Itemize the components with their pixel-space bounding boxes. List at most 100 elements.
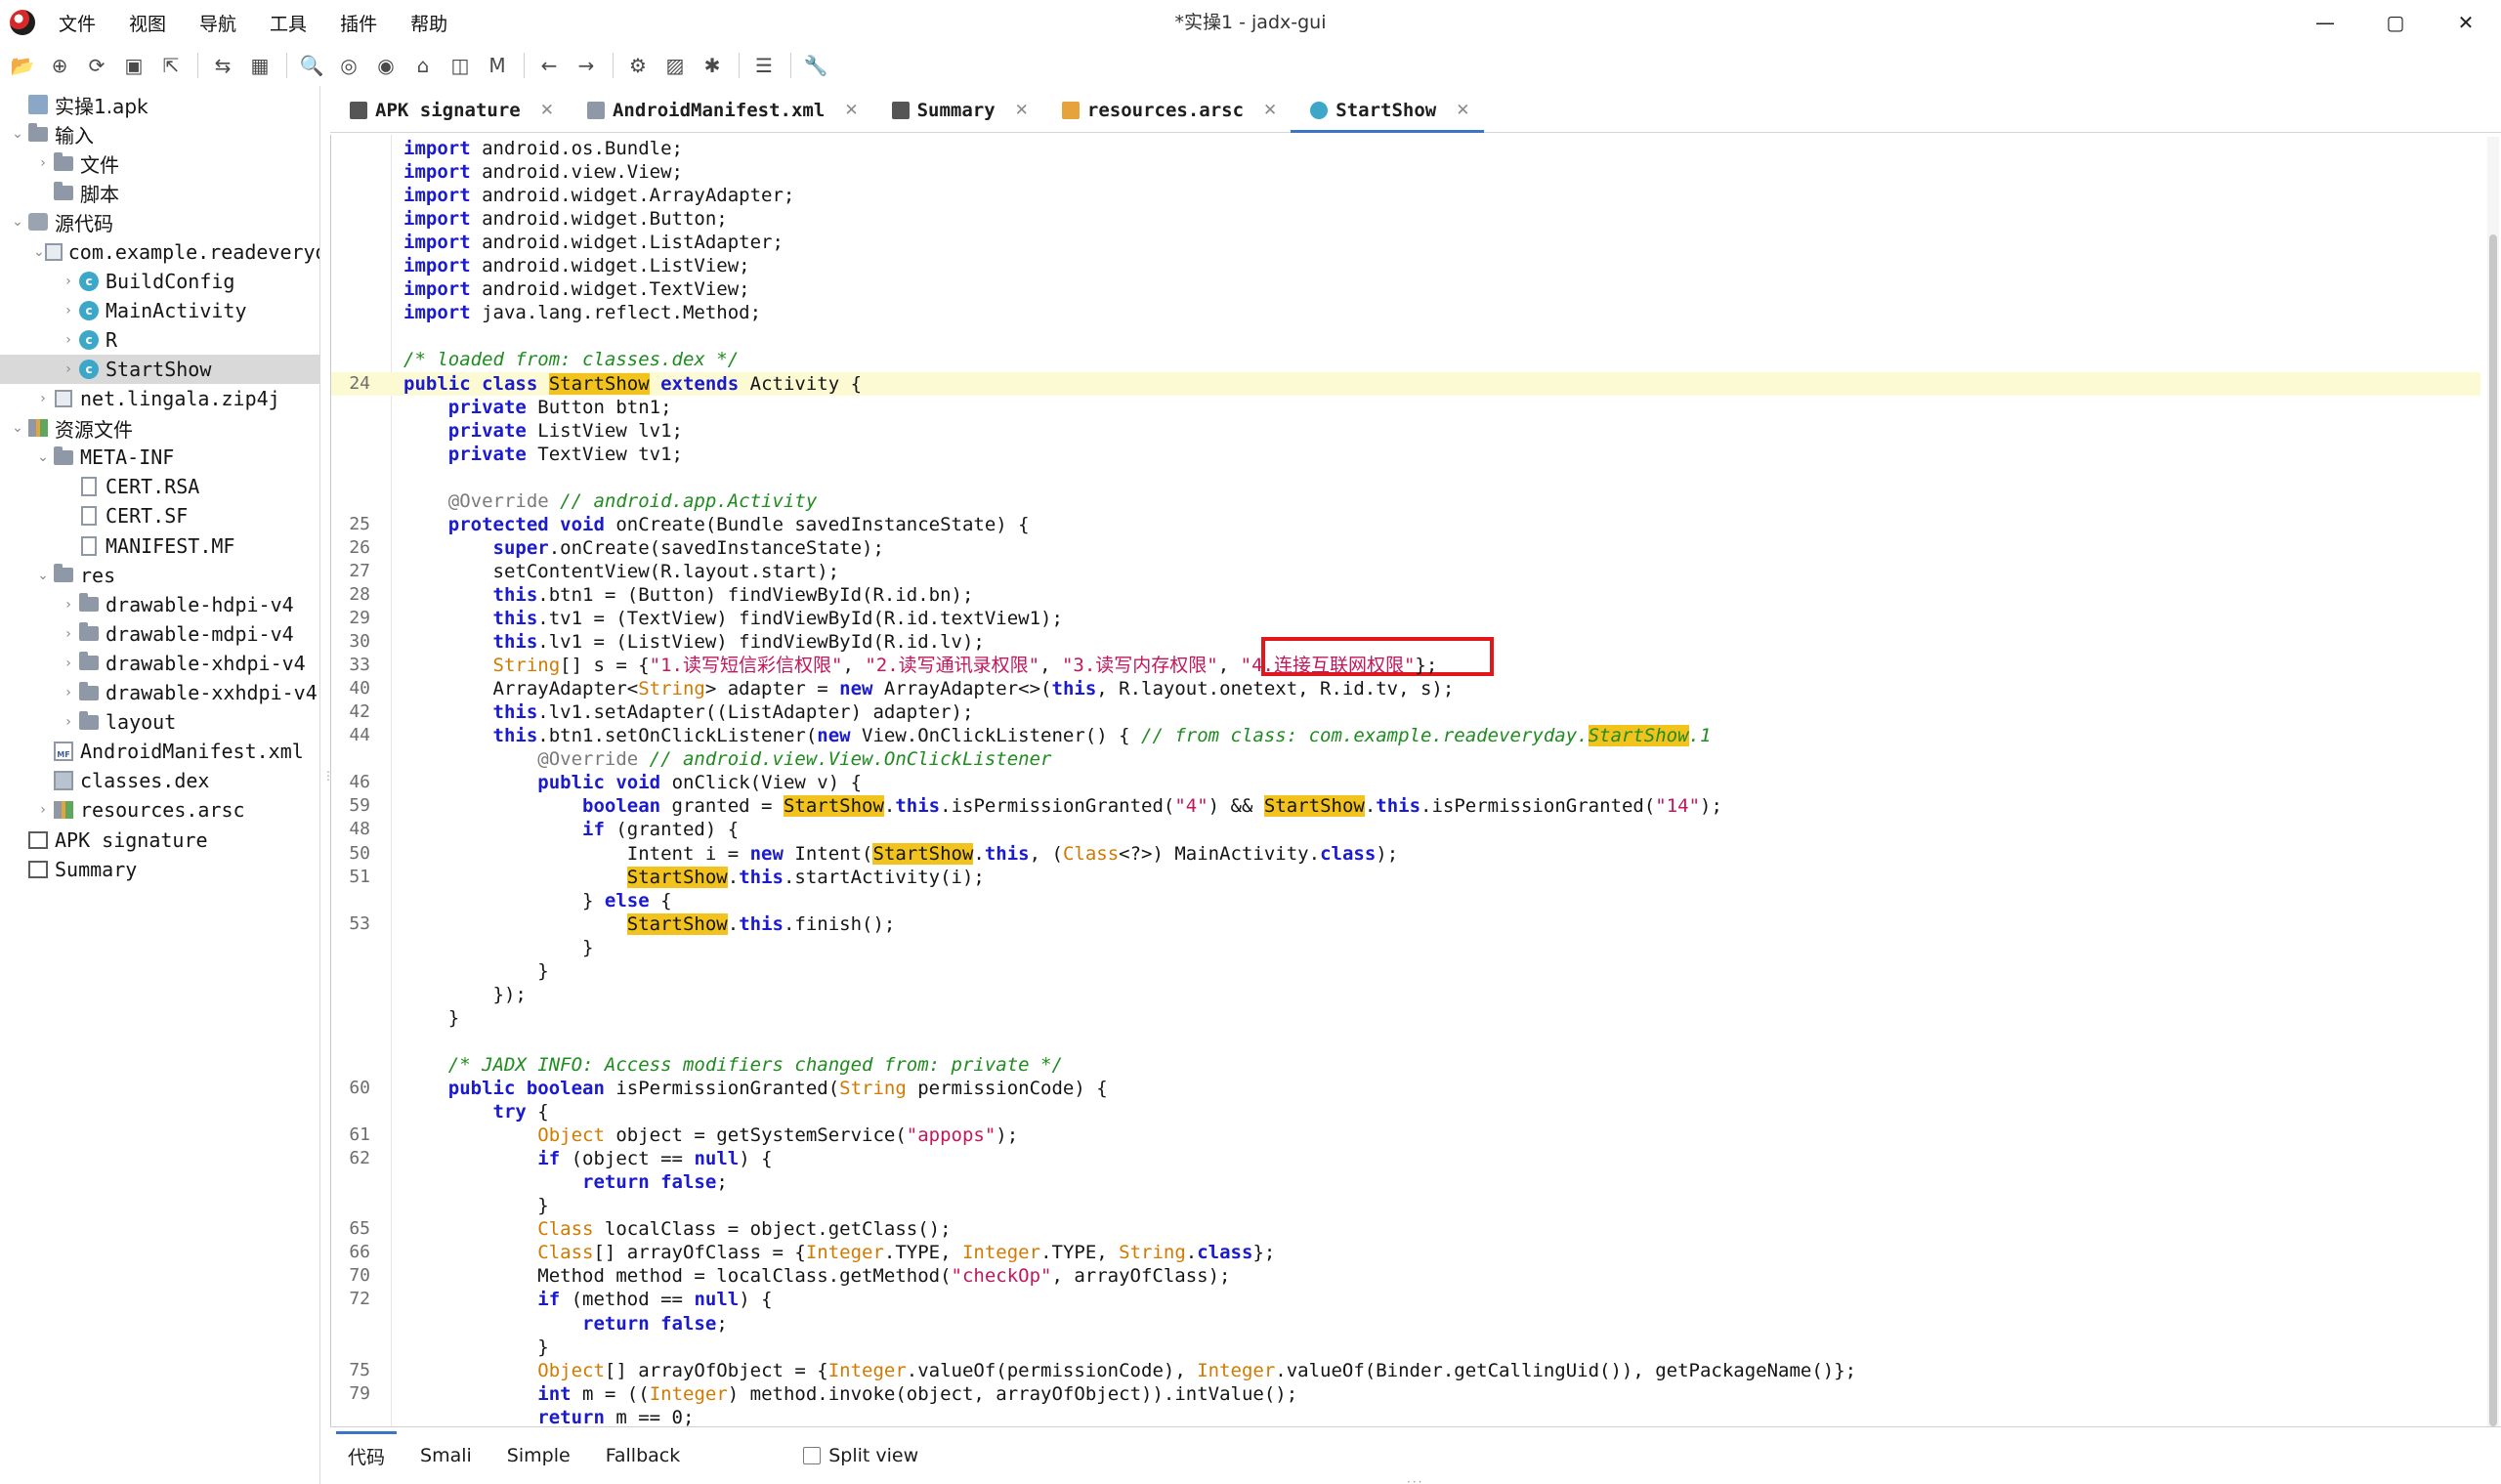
close-icon[interactable]: ✕ (1263, 101, 1277, 120)
tree-item[interactable]: APK signature (0, 826, 319, 855)
menu-view[interactable]: 视图 (129, 10, 166, 36)
chevron-down-icon[interactable]: ⌄ (33, 568, 53, 583)
deobfuscation-icon[interactable]: ⚙ (623, 51, 653, 80)
chevron-right-icon[interactable]: › (33, 802, 53, 818)
tree-item[interactable]: classes.dex (0, 766, 319, 795)
text-search-icon[interactable]: ◉ (371, 51, 401, 80)
tree-item[interactable]: ⌄ META-INF (0, 443, 319, 472)
chevron-right-icon[interactable]: › (59, 332, 78, 348)
tree-item[interactable]: › 文件 (0, 148, 319, 178)
chevron-down-icon[interactable]: ⌄ (8, 214, 27, 230)
tree-item[interactable]: ⌄ 源代码 (0, 207, 319, 236)
log-viewer-icon[interactable]: ▨ (660, 51, 690, 80)
find-usage-icon[interactable]: ◎ (334, 51, 363, 80)
tree-item[interactable]: › c MainActivity (0, 296, 319, 325)
menu-help[interactable]: 帮助 (410, 10, 447, 36)
debugger-icon[interactable]: ✱ (698, 51, 727, 80)
tab-resources-arsc[interactable]: resources.arsc ✕ (1042, 89, 1291, 132)
close-icon[interactable]: ✕ (1456, 101, 1469, 120)
code-line: 40 ArrayAdapter<String> adapter = new Ar… (331, 677, 2480, 700)
close-window-button[interactable]: ✕ (2431, 0, 2501, 45)
minimize-button[interactable]: — (2290, 0, 2360, 45)
chevron-right-icon[interactable]: › (59, 597, 78, 613)
open-file-icon[interactable]: 📂 (8, 51, 37, 80)
tree-item[interactable]: 实操1.apk (0, 90, 319, 119)
chevron-down-icon[interactable]: ⌄ (8, 420, 27, 436)
tree-item[interactable]: › c R (0, 325, 319, 355)
tab-startshow[interactable]: StartShow ✕ (1291, 89, 1484, 133)
tree-item[interactable]: › layout (0, 707, 319, 737)
tree-item[interactable]: ⌄ 输入 (0, 119, 319, 148)
tree-item[interactable]: Summary (0, 855, 319, 884)
close-icon[interactable]: ✕ (844, 101, 858, 120)
tab-androidmanifest-xml[interactable]: AndroidManifest.xml ✕ (568, 89, 872, 132)
tree-item[interactable]: ⌄ 资源文件 (0, 413, 319, 443)
decompile-all-icon[interactable]: ◫ (445, 51, 475, 80)
chevron-right-icon[interactable]: › (33, 155, 53, 171)
quark-icon[interactable]: M (483, 51, 512, 80)
search-icon[interactable]: 🔍 (297, 51, 326, 80)
tree-item[interactable]: CERT.SF (0, 501, 319, 530)
class-icon: c (78, 359, 100, 379)
split-view-toggle[interactable]: Split view (803, 1445, 918, 1466)
tree-item[interactable]: › resources.arsc (0, 795, 319, 825)
tree-item[interactable]: › drawable-xxhdpi-v4 (0, 678, 319, 707)
close-icon[interactable]: ✕ (540, 101, 554, 120)
chevron-right-icon[interactable]: › (59, 361, 78, 377)
tree-item[interactable]: › net.lingala.zip4j (0, 384, 319, 413)
close-icon[interactable]: ✕ (1015, 101, 1029, 120)
tab-simple[interactable]: Simple (489, 1431, 588, 1480)
chevron-right-icon[interactable]: › (59, 685, 78, 700)
menu-tools[interactable]: 工具 (270, 10, 307, 36)
chevron-right-icon[interactable]: › (33, 391, 53, 406)
tab-smali[interactable]: Smali (403, 1431, 489, 1480)
chevron-down-icon[interactable]: ⌄ (33, 244, 45, 260)
resize-grip-icon[interactable]: ··· (1407, 1475, 1423, 1484)
menu-file[interactable]: 文件 (59, 10, 96, 36)
chevron-right-icon[interactable]: › (59, 303, 78, 318)
chevron-right-icon[interactable]: › (59, 714, 78, 730)
code-editor[interactable]: import android.os.Bundle; import android.… (330, 135, 2501, 1426)
tree-item[interactable]: ⌄ res (0, 561, 319, 590)
tree-item[interactable]: › c BuildConfig (0, 267, 319, 296)
save-all-icon[interactable]: ▣ (119, 51, 148, 80)
sync-tree-icon[interactable]: ⇆ (208, 51, 237, 80)
home-icon[interactable]: ⌂ (408, 51, 438, 80)
add-files-icon[interactable]: ⊕ (45, 51, 74, 80)
tree-item[interactable]: › drawable-mdpi-v4 (0, 619, 319, 649)
tree-item[interactable]: › drawable-hdpi-v4 (0, 590, 319, 619)
tree-item[interactable]: 脚本 (0, 178, 319, 207)
reload-icon[interactable]: ⟳ (82, 51, 111, 80)
tree-item[interactable]: MANIFEST.MF (0, 531, 319, 561)
settings-icon[interactable]: 🔧 (801, 51, 830, 80)
tree-item[interactable]: MF AndroidManifest.xml (0, 737, 319, 766)
tree-item[interactable]: › drawable-xhdpi-v4 (0, 649, 319, 678)
tab-fallback[interactable]: Fallback (588, 1431, 699, 1480)
splitter-handle[interactable]: ⋮ (322, 770, 334, 795)
tree-item-label: 脚本 (80, 182, 119, 206)
folder-icon (78, 622, 100, 644)
export-icon[interactable]: ⇱ (156, 51, 186, 80)
tab-summary[interactable]: Summary ✕ (872, 89, 1042, 132)
tree-item[interactable]: ⌄ com.example.readeveryday (0, 237, 319, 267)
tree-item[interactable]: CERT.RSA (0, 472, 319, 501)
chevron-right-icon[interactable]: › (59, 626, 78, 642)
chevron-down-icon[interactable]: ⌄ (8, 126, 27, 142)
chevron-right-icon[interactable]: › (59, 656, 78, 671)
forward-icon[interactable]: → (572, 51, 601, 80)
project-tree[interactable]: 实操1.apk ⌄ 输入 › 文件脚本 ⌄ 源代码 ⌄ com.example.readever… (0, 86, 320, 1484)
flatten-packages-icon[interactable]: ▦ (245, 51, 275, 80)
back-icon[interactable]: ← (534, 51, 564, 80)
chevron-right-icon[interactable]: › (59, 274, 78, 289)
tab-apk-signature[interactable]: APK signature ✕ (330, 89, 568, 132)
menu-navigation[interactable]: 导航 (199, 10, 236, 36)
preferences-icon[interactable]: ☰ (749, 51, 779, 80)
tree-item[interactable]: › c StartShow (0, 354, 319, 384)
chevron-down-icon[interactable]: ⌄ (33, 449, 53, 465)
split-view-checkbox[interactable] (803, 1447, 822, 1464)
signature-icon (350, 102, 367, 119)
vertical-scrollbar-thumb[interactable] (2489, 234, 2497, 1426)
tab-code[interactable]: 代码 (330, 1431, 403, 1480)
menu-plugins[interactable]: 插件 (340, 10, 377, 36)
maximize-button[interactable]: ▢ (2360, 0, 2431, 45)
